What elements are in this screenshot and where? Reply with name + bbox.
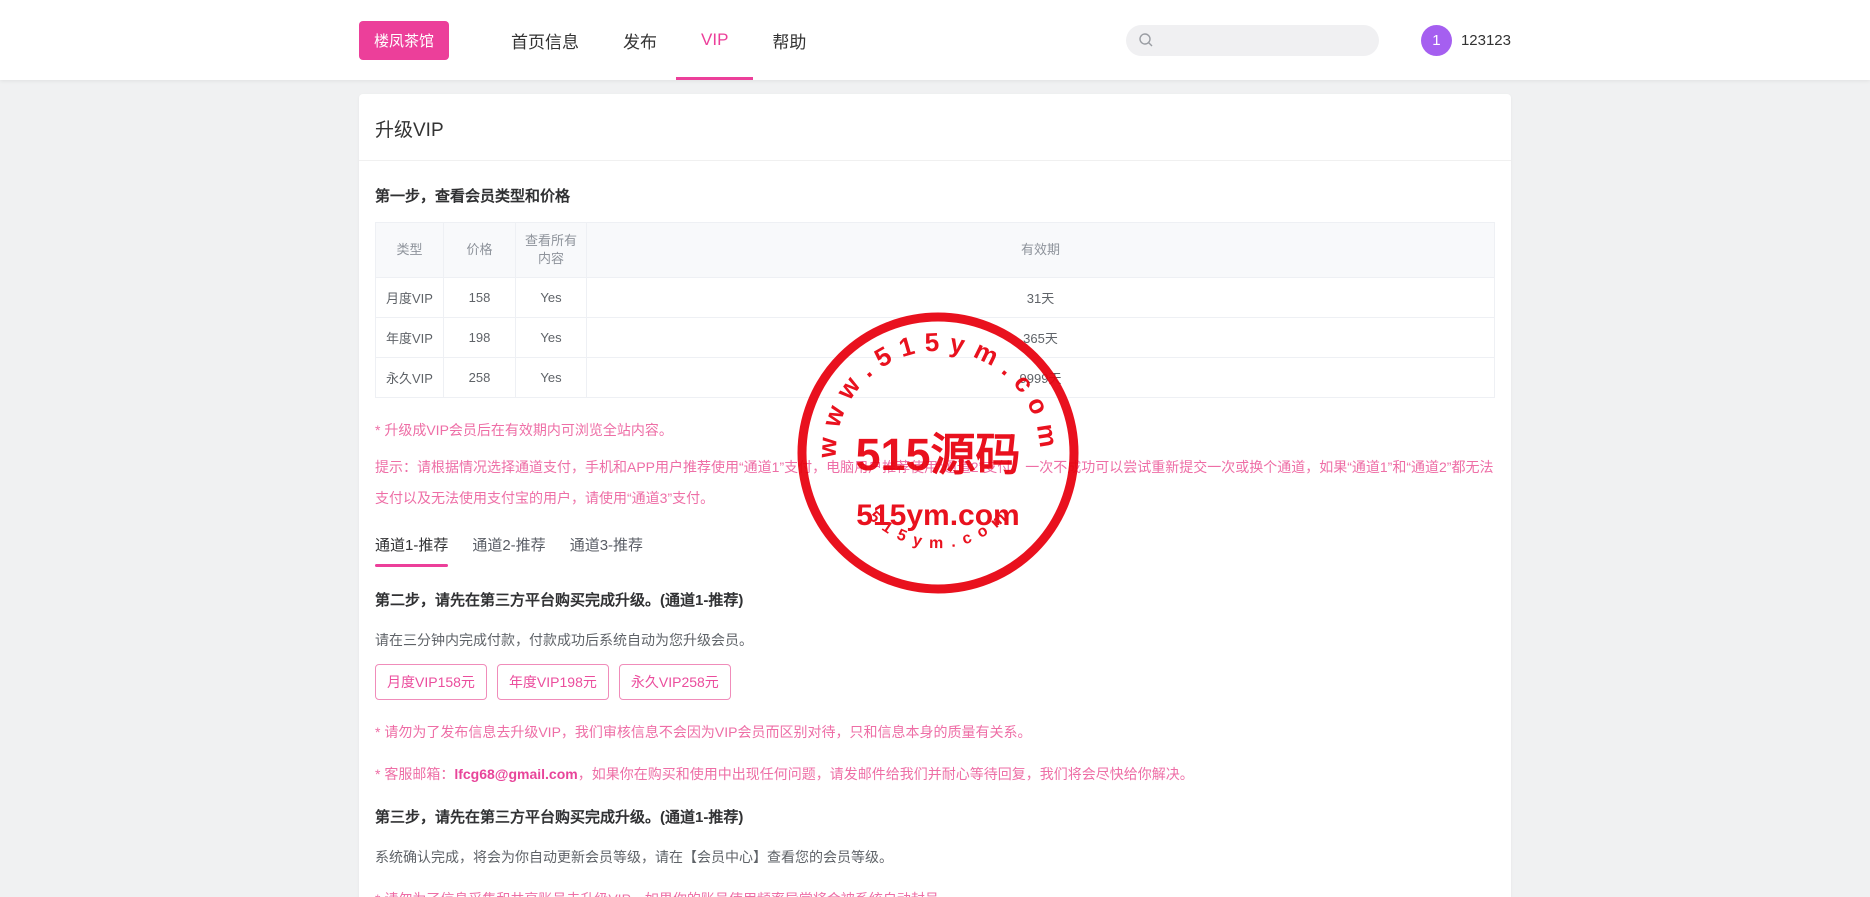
top-navbar: 楼凤茶馆 首页信息 发布 VIP 帮助 1 123123 <box>0 0 1870 80</box>
buy-monthly-vip-button[interactable]: 月度VIP158元 <box>375 664 487 700</box>
cell-valid: 365天 <box>587 318 1495 358</box>
tab-channel-2[interactable]: 通道2-推荐 <box>472 528 545 567</box>
active-tab-underline <box>375 564 448 567</box>
tab-channel-3[interactable]: 通道3-推荐 <box>570 528 643 567</box>
nav-item-vip-label: VIP <box>701 30 728 50</box>
cell-type: 月度VIP <box>376 278 444 318</box>
step2-instruction: 请在三分钟内完成付款，付款成功后系统自动为您升级会员。 <box>375 630 1495 650</box>
cell-price: 198 <box>444 318 516 358</box>
buy-yearly-vip-button[interactable]: 年度VIP198元 <box>497 664 609 700</box>
vip-card-title: 升级VIP <box>375 115 1495 142</box>
step1-heading: 第一步，查看会员类型和价格 <box>375 185 1495 206</box>
vip-upgrade-card: 升级VIP 第一步，查看会员类型和价格 类型 价格 查看所有内容 有效期 月度V… <box>359 94 1511 897</box>
col-header-valid: 有效期 <box>587 223 1495 278</box>
search-input[interactable] <box>1162 32 1367 48</box>
avatar[interactable]: 1 <box>1421 25 1452 56</box>
cell-price: 258 <box>444 358 516 398</box>
col-header-view: 查看所有内容 <box>516 223 587 278</box>
email-note-prefix: * 客服邮箱： <box>375 766 454 782</box>
cell-type: 永久VIP <box>376 358 444 398</box>
cell-valid: 9999天 <box>587 358 1495 398</box>
nav-item-home[interactable]: 首页信息 <box>511 0 579 80</box>
note-validity: * 升级成VIP会员后在有效期内可浏览全站内容。 <box>375 420 1495 440</box>
table-row: 月度VIP 158 Yes 31天 <box>376 278 1495 318</box>
cell-type: 年度VIP <box>376 318 444 358</box>
note-review-policy: * 请勿为了发布信息去升级VIP，我们审核信息不会因为VIP会员而区别对待，只和… <box>375 722 1495 742</box>
site-logo[interactable]: 楼凤茶馆 <box>359 21 449 60</box>
search-icon <box>1138 32 1154 48</box>
table-row: 永久VIP 258 Yes 9999天 <box>376 358 1495 398</box>
payment-channel-tip: 提示：请根据情况选择通道支付，手机和APP用户推荐使用“通道1”支付，电脑用户推… <box>375 452 1495 514</box>
channel-tabs: 通道1-推荐 通道2-推荐 通道3-推荐 <box>375 528 1495 567</box>
col-header-price: 价格 <box>444 223 516 278</box>
price-table-header-row: 类型 价格 查看所有内容 有效期 <box>376 223 1495 278</box>
cell-view: Yes <box>516 358 587 398</box>
cell-price: 158 <box>444 278 516 318</box>
main-nav: 首页信息 发布 VIP 帮助 <box>511 0 806 80</box>
username: 123123 <box>1461 32 1511 49</box>
step2-heading: 第二步，请先在第三方平台购买完成升级。(通道1-推荐) <box>375 589 1495 610</box>
support-email-link[interactable]: lfcg68@gmail.com <box>454 766 577 782</box>
tab-channel-1-label: 通道1-推荐 <box>375 537 448 554</box>
cell-view: Yes <box>516 318 587 358</box>
price-table: 类型 价格 查看所有内容 有效期 月度VIP 158 Yes 31天 年度VIP <box>375 222 1495 398</box>
nav-item-publish[interactable]: 发布 <box>623 0 657 80</box>
purchase-buttons: 月度VIP158元 年度VIP198元 永久VIP258元 <box>375 664 1495 700</box>
step3-heading: 第三步，请先在第三方平台购买完成升级。(通道1-推荐) <box>375 806 1495 827</box>
nav-item-vip[interactable]: VIP <box>701 0 728 80</box>
user-menu[interactable]: 1 123123 <box>1421 25 1511 56</box>
email-note-suffix: ，如果你在购买和使用中出现任何问题，请发邮件给我们并耐心等待回复，我们将会尽快给… <box>578 766 1194 782</box>
note-support-email: * 客服邮箱：lfcg68@gmail.com，如果你在购买和使用中出现任何问题… <box>375 764 1495 784</box>
vip-card-header: 升级VIP <box>359 94 1511 161</box>
step3-instruction: 系统确认完成，将会为你自动更新会员等级，请在【会员中心】查看您的会员等级。 <box>375 847 1495 867</box>
cell-view: Yes <box>516 278 587 318</box>
tab-channel-1[interactable]: 通道1-推荐 <box>375 528 448 567</box>
search-box[interactable] <box>1126 25 1379 56</box>
active-nav-underline <box>676 77 753 80</box>
col-header-type: 类型 <box>376 223 444 278</box>
buy-lifetime-vip-button[interactable]: 永久VIP258元 <box>619 664 731 700</box>
cell-valid: 31天 <box>587 278 1495 318</box>
note-account-ban: * 请勿为了信息采集和共享账号去升级VIP，如果你的账号使用频率异常将会被系统自… <box>375 889 1495 897</box>
nav-item-help[interactable]: 帮助 <box>772 0 806 80</box>
table-row: 年度VIP 198 Yes 365天 <box>376 318 1495 358</box>
